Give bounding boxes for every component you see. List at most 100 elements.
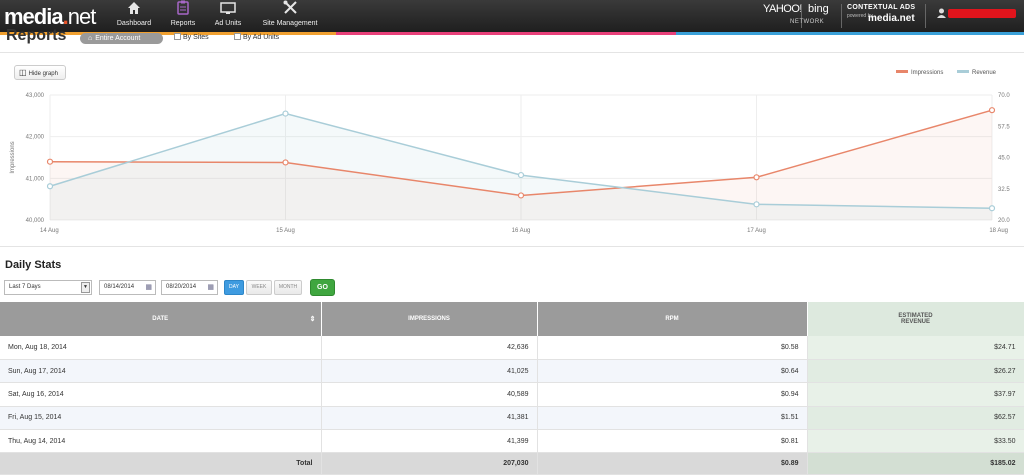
date-to-input[interactable]: 08/20/2014 ▦	[161, 280, 218, 295]
column-header-impressions[interactable]: IMPRESSIONS	[321, 302, 538, 336]
y-left-tick-label: 41,000	[26, 176, 45, 182]
accent-strip-blue	[676, 32, 1024, 35]
y-left-tick-label: 43,000	[26, 93, 45, 99]
rpm-cell: $0.81	[537, 429, 808, 454]
page-title: Reports	[6, 27, 67, 44]
legend-swatch-revenue	[957, 70, 969, 73]
daily-stats-table: DATE ⇕ IMPRESSIONS RPM ESTIMATED REVENUE M…	[0, 302, 1024, 475]
bing-logo: bing	[808, 3, 829, 15]
rpm-cell: $1.51	[537, 406, 808, 431]
nav-ad-units[interactable]: Ad Units	[208, 0, 248, 32]
impressions-cell: 40,589	[321, 382, 538, 407]
nav-dashboard[interactable]: Dashboard	[112, 0, 156, 32]
total-row: Total 207,030 $0.89 $185.02	[0, 452, 1024, 475]
nav-site-management[interactable]: Site Management	[258, 0, 322, 32]
yahoo-logo: YAHOO!	[763, 3, 802, 15]
home-icon: ⌂	[88, 35, 93, 42]
checkbox[interactable]	[234, 33, 241, 40]
x-tick-label: 14 Aug	[40, 228, 59, 234]
x-tick-label: 16 Aug	[512, 228, 531, 234]
impressions-cell: 41,399	[321, 429, 538, 454]
y-left-tick-label: 42,000	[26, 135, 45, 141]
impressions-cell: 42,636	[321, 336, 538, 360]
column-header-estimated-revenue[interactable]: ESTIMATED REVENUE	[807, 302, 1024, 336]
chevron-down-icon: ▼	[81, 282, 90, 293]
data-point-revenue	[988, 205, 996, 212]
monitor-icon	[208, 0, 248, 20]
tab-entire-account[interactable]: ⌂ Entire Account	[80, 33, 163, 44]
column-header-date[interactable]: DATE ⇕	[0, 302, 322, 336]
checkbox[interactable]	[174, 33, 181, 40]
home-icon	[112, 0, 156, 20]
table-row: Sat, Aug 16, 2014 40,589 $0.94 $37.97	[0, 382, 1024, 407]
x-tick-label: 18 Aug	[989, 228, 1008, 234]
contextual-brand: media.net	[868, 13, 915, 24]
user-icon[interactable]	[937, 8, 946, 21]
table-row: Thu, Aug 14, 2014 41,399 $0.81 $33.50	[0, 429, 1024, 454]
y-right-tick-label: 32.5	[998, 187, 1010, 193]
data-point-impressions	[753, 174, 760, 181]
top-nav-bar: media.net Dashboard Reports Ad Units Sit…	[0, 0, 1024, 32]
divider	[841, 4, 842, 28]
revenue-cell: $24.71	[807, 336, 1024, 360]
total-label: Total	[0, 452, 322, 475]
date-cell: Thu, Aug 14, 2014	[0, 429, 322, 454]
rpm-cell: $0.58	[537, 336, 808, 360]
y-right-tick-label: 70.0	[998, 93, 1010, 99]
clipboard-icon	[165, 0, 201, 20]
accent-strip-pink	[336, 32, 676, 35]
date-from-input[interactable]: 08/14/2014 ▦	[99, 280, 156, 295]
data-point-impressions	[517, 192, 525, 199]
contextual-ads-title: CONTEXTUAL ADS	[847, 4, 916, 11]
data-point-impressions	[988, 107, 996, 114]
y-right-tick-label: 45.0	[998, 156, 1010, 162]
option-by-sites[interactable]: By Sites	[174, 33, 209, 43]
legend-revenue[interactable]: Revenue	[957, 70, 996, 76]
tools-icon	[258, 0, 322, 20]
table-row: Sun, Aug 17, 2014 41,025 $0.64 $26.27	[0, 359, 1024, 384]
go-button[interactable]: GO	[310, 279, 335, 296]
table-row: Mon, Aug 18, 2014 42,636 $0.58 $24.71	[0, 336, 1024, 360]
revenue-cell: $37.97	[807, 382, 1024, 407]
data-point-impressions	[46, 158, 54, 165]
granularity-month[interactable]: MONTH	[274, 280, 302, 295]
redacted-username[interactable]	[948, 9, 1016, 18]
total-rpm: $0.89	[537, 452, 808, 475]
rpm-cell: $0.94	[537, 382, 808, 407]
y-right-tick-label: 20.0	[998, 218, 1010, 224]
revenue-cell: $33.50	[807, 429, 1024, 454]
revenue-cell: $62.57	[807, 406, 1024, 431]
date-cell: Fri, Aug 15, 2014	[0, 406, 322, 431]
data-point-impressions	[282, 159, 289, 166]
column-header-rpm[interactable]: RPM	[537, 302, 808, 336]
date-range-select[interactable]: Last 7 Days ▼	[4, 280, 92, 295]
nav-reports[interactable]: Reports	[165, 0, 201, 32]
divider	[925, 4, 926, 28]
sort-icon[interactable]: ⇕	[310, 315, 316, 323]
legend-swatch-impressions	[896, 70, 908, 73]
legend-impressions[interactable]: Impressions	[896, 70, 943, 76]
chart-icon: ◫	[19, 68, 27, 77]
date-cell: Mon, Aug 18, 2014	[0, 336, 322, 360]
x-tick-label: 15 Aug	[276, 228, 295, 234]
x-tick-label: 17 Aug	[747, 228, 766, 234]
daily-stats-title: Daily Stats	[5, 259, 62, 271]
date-cell: Sat, Aug 16, 2014	[0, 382, 322, 407]
data-point-revenue	[753, 201, 760, 208]
granularity-day[interactable]: DAY	[224, 280, 244, 295]
impressions-cell: 41,381	[321, 406, 538, 431]
performance-line-chart: 40,000 41,000 42,000 43,000 20.0 32.5 45.0 57.5…	[10, 93, 1010, 234]
option-by-ad-units[interactable]: By Ad Units	[234, 33, 279, 43]
data-point-revenue	[46, 183, 54, 190]
revenue-cell: $26.27	[807, 359, 1024, 384]
data-point-revenue	[282, 110, 289, 117]
table-row: Fri, Aug 15, 2014 41,381 $1.51 $62.57	[0, 406, 1024, 431]
network-label: NETWORK	[790, 19, 825, 25]
calendar-icon[interactable]: ▦	[207, 281, 214, 294]
total-impressions: 207,030	[321, 452, 538, 475]
total-revenue: $185.02	[807, 452, 1024, 475]
data-point-revenue	[517, 171, 525, 179]
calendar-icon[interactable]: ▦	[145, 281, 152, 294]
granularity-week[interactable]: WEEK	[246, 280, 272, 295]
hide-graph-button[interactable]: ◫ Hide graph	[14, 65, 66, 80]
